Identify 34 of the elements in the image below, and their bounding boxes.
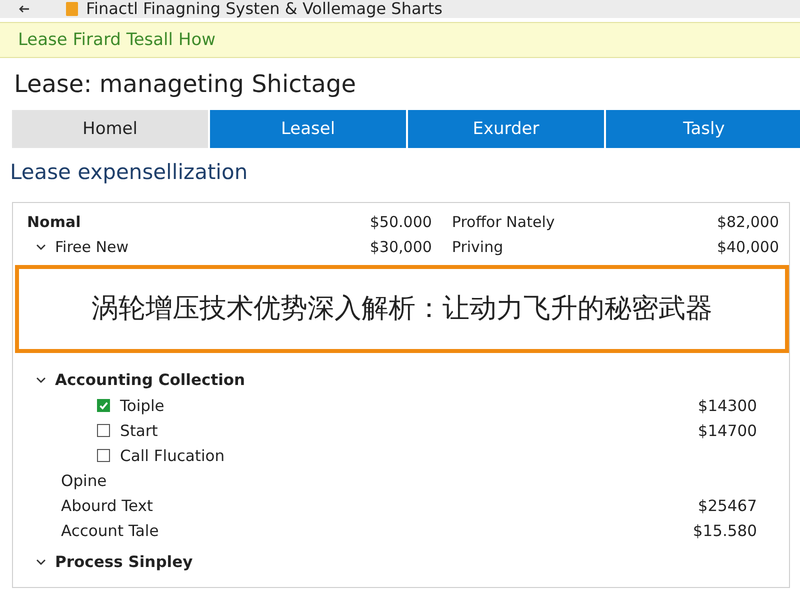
row-heading: Nomal xyxy=(27,212,81,230)
amount: $40,000 xyxy=(716,238,779,256)
checkbox[interactable] xyxy=(97,424,110,437)
checkbox-label: Start xyxy=(120,422,158,440)
row-label: Proffor Nately xyxy=(452,212,556,230)
app-icon xyxy=(66,2,78,16)
row-label: Abourd Text xyxy=(61,496,153,514)
row-label: Account Tale xyxy=(61,522,159,540)
window-title: Finactl Finagning Systen & Vollemage Sharts xyxy=(86,0,442,18)
amount: $50.000 xyxy=(368,212,432,230)
amount: $14300 xyxy=(698,396,757,414)
group-heading[interactable]: Process Sinpley xyxy=(55,553,193,571)
amount: $30,000 xyxy=(368,238,432,256)
tab[interactable]: Homel xyxy=(12,110,208,148)
section-title: Lease expensellization xyxy=(10,159,249,186)
checkbox-label: Toiple xyxy=(120,396,164,414)
amount: $82,000 xyxy=(716,212,779,230)
tab[interactable]: Exurder xyxy=(408,110,604,148)
checkbox-label: Call Flucation xyxy=(120,446,225,464)
group-heading[interactable]: Accounting Collection xyxy=(55,371,246,389)
overlay-banner: 涡轮增压技术优势深入解析：让动力飞升的秘密武器 xyxy=(15,265,789,353)
row-label: Priving xyxy=(452,238,504,256)
page-title: Lease: manageting Shictage xyxy=(14,69,357,100)
tab[interactable]: Leasel xyxy=(210,110,406,148)
back-arrow-icon[interactable] xyxy=(18,4,30,14)
tab[interactable]: Tasly xyxy=(606,110,800,148)
row-label: Opine xyxy=(61,472,107,490)
amount: $14700 xyxy=(698,422,757,440)
notice-bar: Lease Firard Tesall How xyxy=(0,22,800,58)
checkbox[interactable] xyxy=(97,399,110,412)
amount: $25467 xyxy=(698,496,757,514)
row-label: Firee New xyxy=(55,238,128,256)
checkbox[interactable] xyxy=(97,449,110,462)
amount: $15.580 xyxy=(692,522,757,540)
